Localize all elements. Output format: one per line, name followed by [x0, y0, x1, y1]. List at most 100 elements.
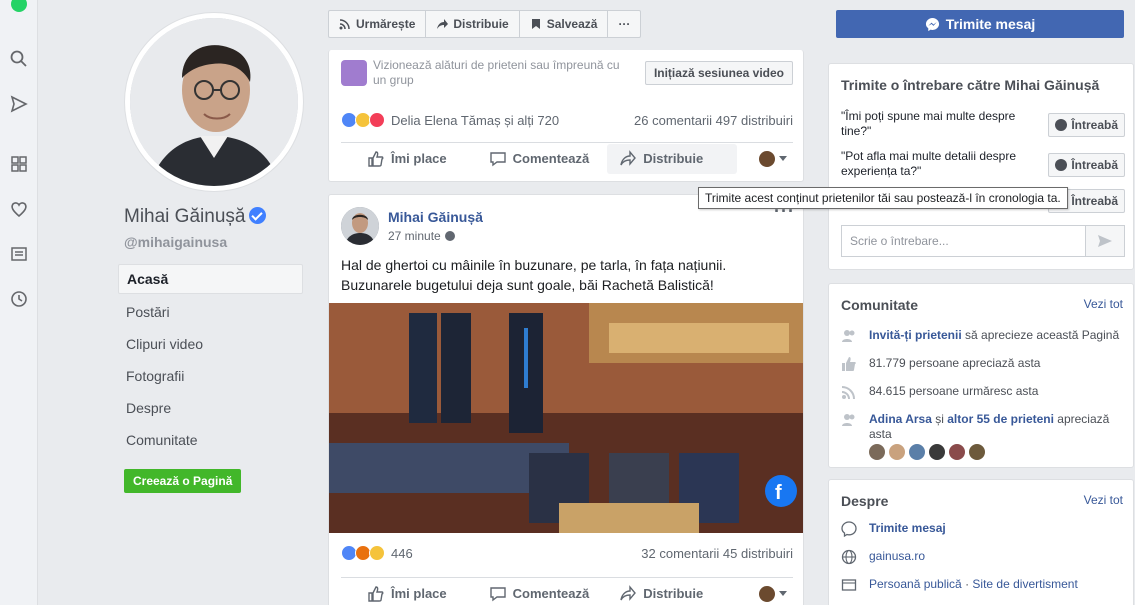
send-question-button[interactable] — [1085, 225, 1125, 257]
svg-text:f: f — [775, 482, 782, 504]
messenger-icon — [841, 521, 857, 537]
avatar[interactable] — [869, 444, 885, 460]
share-page-button[interactable]: Distribuie — [426, 11, 520, 37]
heart-icon[interactable] — [9, 199, 29, 219]
save-button[interactable]: Salvează — [520, 11, 609, 37]
start-watch-party-button[interactable]: Inițiază sesiunea video — [644, 61, 793, 85]
thumbs-up-icon — [368, 585, 384, 602]
rss-icon — [339, 19, 350, 30]
comment-button[interactable]: Comentează — [477, 579, 602, 605]
author-avatar[interactable] — [341, 207, 379, 245]
question-text: "Pot afla mai multe detalii despre exper… — [841, 149, 1017, 178]
ask-question-card: Trimite o întrebare către Mihai Găinușă … — [828, 63, 1134, 270]
post-author[interactable]: Mihai Găinușă — [388, 209, 483, 225]
category-link[interactable]: Persoană publică — [869, 577, 962, 591]
share-label: Distribuie — [643, 585, 704, 601]
messenger-icon — [1055, 119, 1068, 131]
avatar[interactable] — [929, 444, 945, 460]
post-header: Mihai Găinușă 27 minute ··· — [341, 201, 794, 247]
nav-item-posts[interactable]: Postări — [118, 296, 303, 328]
post-stats[interactable]: 32 comentarii 45 distribuiri — [641, 546, 793, 561]
messenger-icon — [925, 17, 939, 31]
like-button[interactable]: Îmi place — [355, 579, 459, 605]
other-friends-link[interactable]: altor 55 de prieteni — [947, 412, 1054, 426]
post-photo[interactable]: f — [329, 303, 803, 533]
avatar[interactable] — [909, 444, 925, 460]
messenger-icon — [1055, 159, 1068, 171]
avatar[interactable] — [889, 444, 905, 460]
share-button[interactable]: Distribuie — [607, 143, 738, 174]
post-card: Vizionează alături de prieteni sau împre… — [328, 50, 804, 182]
ask-button[interactable]: Întreabă — [1048, 153, 1125, 177]
community-card: Comunitate Vezi tot Invită-ți prietenii … — [828, 283, 1134, 468]
avatar — [759, 150, 775, 167]
watch-party-icon — [341, 60, 367, 86]
more-options-button[interactable]: ··· — [608, 11, 640, 37]
invite-rest: să aprecieze această Pagină — [961, 328, 1120, 342]
share-arrow-icon — [437, 19, 449, 29]
post-as-selector[interactable] — [759, 150, 793, 167]
ask-button-label: Întreabă — [1071, 118, 1118, 132]
nav-item-home[interactable]: Acasă — [118, 264, 303, 294]
nav-item-about[interactable]: Despre — [118, 392, 303, 424]
avatar[interactable] — [969, 444, 985, 460]
about-title: Despre — [841, 493, 889, 509]
category-separator: · — [961, 577, 973, 591]
share-tooltip: Trimite acest conținut prietenilor tăi s… — [698, 187, 1068, 209]
create-page-button[interactable]: Creează o Pagină — [124, 469, 242, 493]
ask-button-label: Întreabă — [1071, 158, 1118, 172]
community-see-all-link[interactable]: Vezi tot — [1084, 297, 1123, 311]
clock-icon[interactable] — [9, 289, 29, 309]
question-input[interactable]: Scrie o întrebare... — [841, 225, 1086, 257]
nav-item-photos[interactable]: Fotografii — [118, 360, 303, 392]
post-timestamp[interactable]: 27 minute — [388, 229, 455, 243]
profile-nav: Acasă Postări Clipuri video Fotografii D… — [118, 264, 303, 456]
chevron-down-icon — [779, 156, 787, 161]
ask-button-label: Întreabă — [1071, 194, 1118, 208]
whatsapp-icon[interactable] — [9, 0, 29, 14]
about-see-all-link[interactable]: Vezi tot — [1084, 493, 1123, 507]
verified-badge-icon — [249, 207, 267, 224]
feed-column: Urmărește Distribuie Salvează ··· Vizion… — [315, 0, 818, 605]
reactions-count[interactable]: 446 — [391, 546, 413, 561]
post-stats[interactable]: 26 comentarii 497 distribuiri — [634, 113, 793, 128]
ask-button[interactable]: Întreabă — [1048, 113, 1125, 137]
grid-icon[interactable] — [9, 154, 29, 174]
follow-button[interactable]: Urmărește — [329, 11, 427, 37]
profile-avatar[interactable] — [125, 13, 303, 191]
post-text: Hal de ghertoi cu mâinile în buzunare, p… — [341, 255, 791, 295]
category-link[interactable]: Site de divertisment — [972, 577, 1077, 591]
send-message-button[interactable]: Trimite mesaj — [836, 10, 1124, 38]
about-message-link[interactable]: Trimite mesaj — [869, 521, 1126, 536]
nav-item-community[interactable]: Comunitate — [118, 424, 303, 456]
nav-item-videos[interactable]: Clipuri video — [118, 328, 303, 360]
save-label: Salvează — [546, 17, 598, 31]
avatar — [759, 585, 775, 602]
share-arrow-icon — [620, 149, 637, 166]
avatar[interactable] — [949, 444, 965, 460]
rss-icon — [841, 386, 855, 400]
invite-friends-link[interactable]: Invită-ți prietenii — [869, 328, 962, 342]
search-icon[interactable] — [9, 49, 29, 69]
post-as-selector[interactable] — [759, 585, 793, 602]
profile-handle[interactable]: @mihaigainusa — [124, 234, 227, 250]
friend-name-link[interactable]: Adina Arsa — [869, 412, 932, 426]
globe-icon — [841, 549, 857, 565]
thumbs-up-icon — [368, 150, 384, 167]
send-icon[interactable] — [9, 94, 29, 114]
comment-icon — [489, 586, 506, 601]
community-title: Comunitate — [841, 297, 918, 313]
comment-label: Comentează — [512, 585, 590, 601]
like-button[interactable]: Îmi place — [355, 144, 459, 174]
comment-button[interactable]: Comentează — [477, 144, 602, 174]
like-label: Îmi place — [391, 585, 447, 601]
share-label: Distribuie — [643, 150, 704, 166]
share-button[interactable]: Distribuie — [607, 579, 715, 605]
post-text-line: Hal de ghertoi cu mâinile în buzunare, p… — [341, 257, 727, 273]
question-row: "Îmi poți spune mai multe despre tine?" … — [841, 109, 1125, 143]
website-link[interactable]: gainusa.ro — [869, 549, 1126, 564]
question-text: "Îmi poți spune mai multe despre tine?" — [841, 109, 1016, 138]
question-row: "Pot afla mai multe detalii despre exper… — [841, 149, 1125, 183]
news-icon[interactable] — [9, 244, 29, 264]
reactions-names[interactable]: Delia Elena Tămaș și alți 720 — [391, 113, 559, 128]
